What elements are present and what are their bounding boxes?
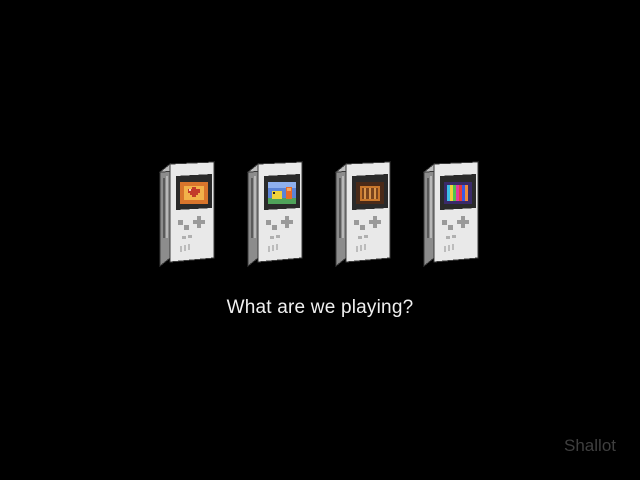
console-color-bars[interactable] (422, 158, 482, 268)
color-bars-screen-icon (444, 182, 472, 204)
console-picker (0, 158, 640, 268)
pet-screen-icon (268, 182, 296, 204)
console-red-heart[interactable] (158, 158, 218, 268)
prompt-text: What are we playing? (226, 297, 414, 318)
console-yellow-pet[interactable] (246, 158, 306, 268)
brand-label: Shallot (564, 436, 616, 455)
console-brown-crate[interactable] (334, 158, 394, 268)
heart-screen-icon (180, 182, 208, 204)
crate-screen-icon (356, 182, 384, 204)
